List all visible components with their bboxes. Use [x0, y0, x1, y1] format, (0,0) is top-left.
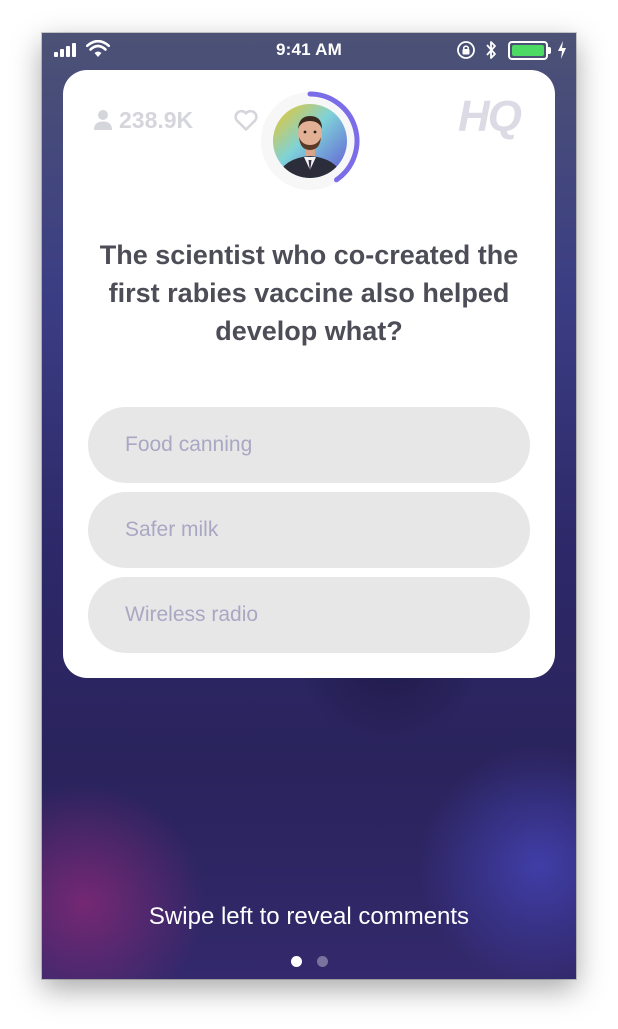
answer-list: Food canning Safer milk Wireless radio [88, 407, 530, 662]
page-indicator[interactable] [42, 956, 576, 967]
viewer-count-label: 238.9K [119, 106, 194, 133]
orientation-lock-icon [457, 41, 475, 59]
question-text: The scientist who co-created the first r… [99, 240, 519, 346]
bluetooth-icon [486, 41, 496, 59]
hq-logo: HQ [458, 92, 522, 141]
person-icon [94, 110, 112, 130]
answer-option-3[interactable]: Wireless radio [88, 577, 530, 653]
page-dot-2[interactable] [316, 956, 328, 967]
viewer-count: 238.9K [93, 106, 193, 134]
charging-icon [558, 41, 566, 59]
question-card: 238.9K HQ The scientist who co-created t… [63, 70, 555, 678]
battery-level [512, 45, 544, 56]
status-bar: 9:41 AM [42, 33, 576, 66]
battery-icon [508, 41, 552, 60]
page-dot-1[interactable] [290, 956, 302, 967]
answer-option-1[interactable]: Food canning [88, 407, 530, 483]
answer-option-2[interactable]: Safer milk [88, 492, 530, 568]
host-avatar [273, 104, 347, 178]
swipe-hint: Swipe left to reveal comments [148, 903, 470, 930]
phone-screen: 9:41 AM 238.9K HQ The scientist who co-c… [42, 33, 576, 979]
